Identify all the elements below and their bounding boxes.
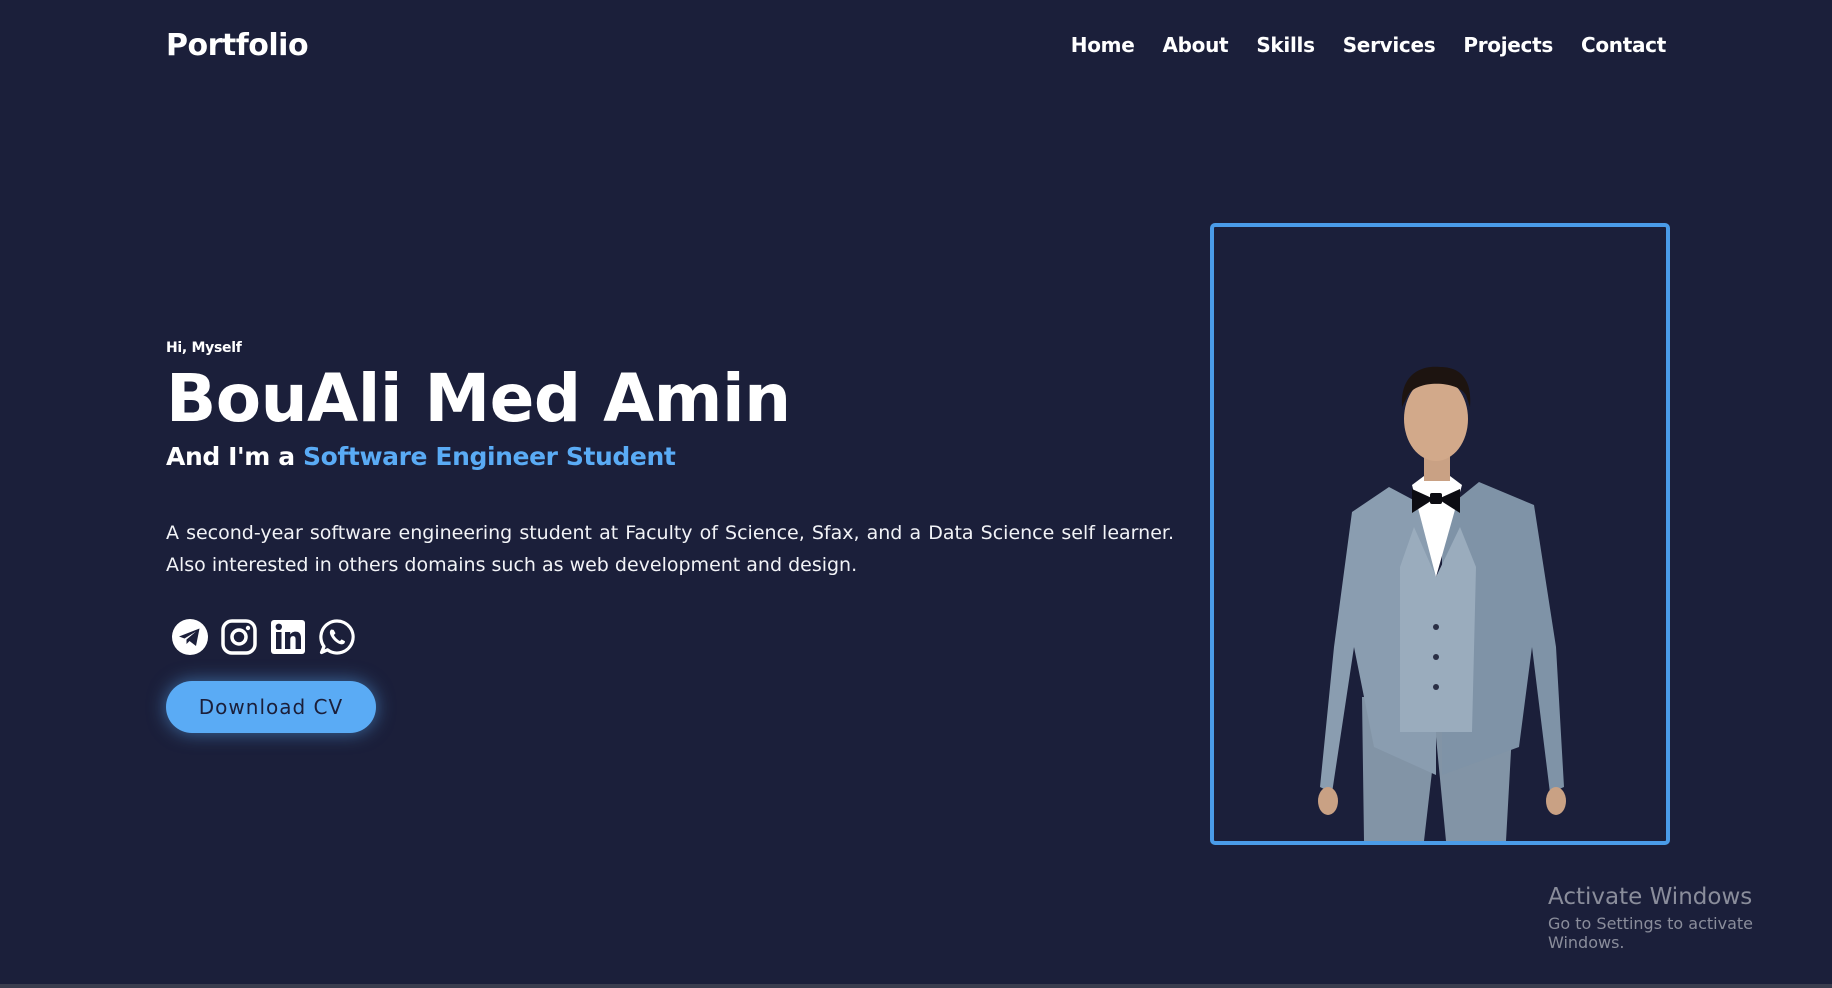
instagram-icon xyxy=(220,618,258,660)
hero-name: BouAli Med Amin xyxy=(166,360,791,437)
telegram-icon xyxy=(171,618,209,660)
hero-description: A second-year software engineering stude… xyxy=(166,522,1174,576)
subtitle-highlight: Software Engineer Student xyxy=(303,442,676,471)
logo-link[interactable]: Portfolio xyxy=(166,28,309,63)
hero-subtitle: And I'm a Software Engineer Student xyxy=(166,442,1174,471)
nav-about[interactable]: About xyxy=(1162,33,1228,57)
nav-contact[interactable]: Contact xyxy=(1581,33,1666,57)
whatsapp-icon xyxy=(318,618,356,660)
instagram-link[interactable] xyxy=(219,618,258,660)
watermark-subtitle: Go to Settings to activate Windows. xyxy=(1548,914,1753,952)
linkedin-link[interactable] xyxy=(268,619,307,658)
bottom-edge xyxy=(0,984,1832,988)
nav-skills[interactable]: Skills xyxy=(1256,33,1315,57)
hero-content: Hi, Myself BouAli Med Amin And I'm a Sof… xyxy=(166,340,1174,733)
social-links xyxy=(166,618,1174,660)
site-header: Portfolio Home About Skills Services Pro… xyxy=(166,22,1666,68)
whatsapp-link[interactable] xyxy=(317,618,356,660)
linkedin-icon xyxy=(269,618,307,660)
windows-activation-watermark: Activate Windows Go to Settings to activ… xyxy=(1548,884,1832,952)
nav-projects[interactable]: Projects xyxy=(1463,33,1553,57)
watermark-title: Activate Windows xyxy=(1548,884,1753,910)
download-cv-button[interactable]: Download CV xyxy=(166,681,376,733)
main-nav: Home About Skills Services Projects Cont… xyxy=(1071,33,1667,57)
telegram-link[interactable] xyxy=(170,618,209,660)
profile-photo-frame xyxy=(1210,223,1670,845)
nav-services[interactable]: Services xyxy=(1343,33,1436,57)
subtitle-prefix: And I'm a xyxy=(166,442,304,471)
nav-home[interactable]: Home xyxy=(1071,33,1135,57)
profile-photo xyxy=(1318,366,1566,841)
hero-greeting: Hi, Myself xyxy=(166,340,242,356)
